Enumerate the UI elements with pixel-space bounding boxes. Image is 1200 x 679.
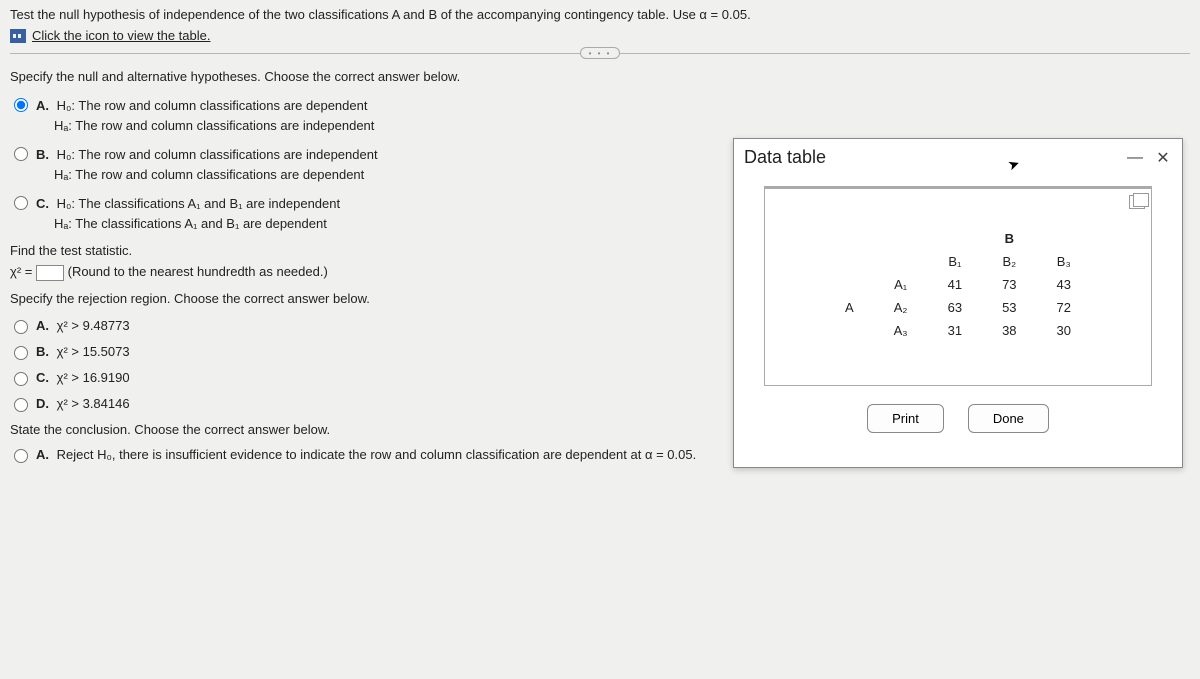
- row-a2: A₂: [874, 296, 928, 319]
- hyp-radio-c[interactable]: [14, 196, 28, 210]
- cell-22: 53: [982, 296, 1036, 319]
- col-b3: B₃: [1037, 250, 1091, 273]
- cell-31: 31: [928, 319, 982, 342]
- hyp-c-line1: H₀: The classifications A₁ and B₁ are in…: [57, 196, 341, 211]
- hyp-a-line1: H₀: The row and column classifications a…: [57, 98, 368, 113]
- modal-title: Data table: [744, 147, 826, 168]
- hyp-a-line2: Hₐ: The row and column classifications a…: [54, 116, 374, 136]
- hyp-b-line1: H₀: The row and column classifications a…: [57, 147, 378, 162]
- chi-hint: (Round to the nearest hundredth as neede…: [68, 264, 328, 279]
- conc-label-a: A.: [36, 447, 49, 462]
- cell-11: 41: [928, 273, 982, 296]
- reg-label-d: D.: [36, 396, 49, 411]
- hyp-c-line2: Hₐ: The classifications A₁ and B₁ are de…: [54, 214, 327, 234]
- cell-32: 38: [982, 319, 1036, 342]
- row-a1: A₁: [874, 273, 928, 296]
- reg-label-a: A.: [36, 318, 49, 333]
- question-prompt: Test the null hypothesis of independence…: [10, 6, 1190, 24]
- expand-handle[interactable]: • • •: [580, 47, 620, 59]
- cell-21: 63: [928, 296, 982, 319]
- region-radio-c[interactable]: [14, 372, 28, 386]
- hyp-radio-a[interactable]: [14, 98, 28, 112]
- conclusion-a: Reject H₀, there is insufficient evidenc…: [57, 447, 697, 462]
- hypotheses-heading: Specify the null and alternative hypothe…: [10, 69, 1190, 84]
- cell-33: 30: [1037, 319, 1091, 342]
- conclusion-radio-a[interactable]: [14, 449, 28, 463]
- done-button[interactable]: Done: [968, 404, 1049, 433]
- hyp-radio-b[interactable]: [14, 147, 28, 161]
- table-icon[interactable]: [10, 29, 26, 43]
- view-table-link[interactable]: Click the icon to view the table.: [32, 28, 210, 43]
- cell-23: 72: [1037, 296, 1091, 319]
- contingency-table: B B₁ B₂ B₃ A₁ 41 73 43 A A₂ 63 53 7: [825, 227, 1091, 342]
- opt-label-c: C.: [36, 196, 49, 211]
- reg-label-c: C.: [36, 370, 49, 385]
- close-icon[interactable]: ✕: [1154, 149, 1172, 167]
- region-radio-d[interactable]: [14, 398, 28, 412]
- col-b2: B₂: [982, 250, 1036, 273]
- col-b1: B₁: [928, 250, 982, 273]
- reg-label-b: B.: [36, 344, 49, 359]
- region-radio-a[interactable]: [14, 320, 28, 334]
- copy-icon[interactable]: [1129, 195, 1145, 209]
- region-radio-b[interactable]: [14, 346, 28, 360]
- region-a: χ² > 9.48773: [57, 318, 130, 333]
- region-d: χ² > 3.84146: [57, 396, 130, 411]
- cell-13: 43: [1037, 273, 1091, 296]
- minimize-icon[interactable]: —: [1126, 149, 1144, 167]
- region-b: χ² > 15.5073: [57, 344, 130, 359]
- print-button[interactable]: Print: [867, 404, 944, 433]
- row-a3: A₃: [874, 319, 928, 342]
- row-group-a: A: [825, 296, 874, 319]
- data-table-modal: Data table — ✕ B B₁ B₂ B₃ A₁ 41 73: [733, 138, 1183, 468]
- chi-prefix: χ² =: [10, 264, 32, 279]
- col-group-b: B: [982, 227, 1036, 250]
- hyp-b-line2: Hₐ: The row and column classifications a…: [54, 165, 364, 185]
- cell-12: 73: [982, 273, 1036, 296]
- region-c: χ² > 16.9190: [57, 370, 130, 385]
- opt-label-b: B.: [36, 147, 49, 162]
- opt-label-a: A.: [36, 98, 49, 113]
- chi-input[interactable]: [36, 265, 64, 281]
